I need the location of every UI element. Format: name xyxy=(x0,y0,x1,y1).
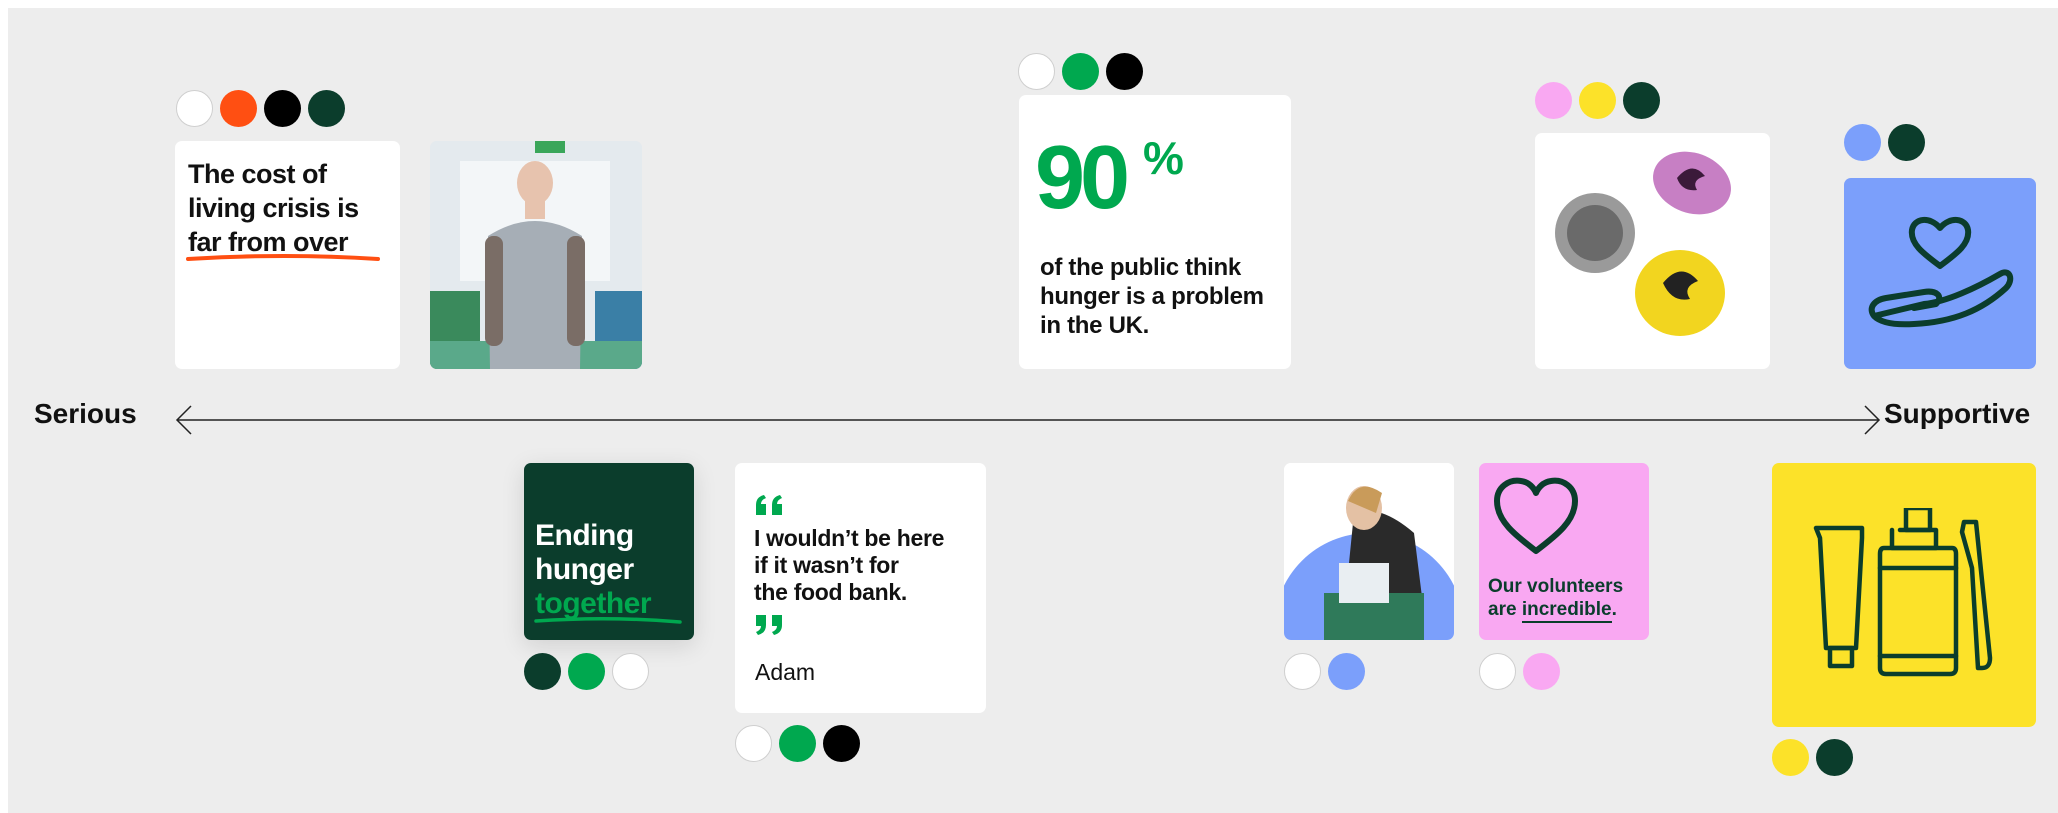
cost-of-living-headline: The cost of living crisis is far from ov… xyxy=(188,157,359,259)
axis-label-supportive: Supportive xyxy=(1884,398,2031,429)
stat-line: in the UK. xyxy=(1040,312,1149,339)
cost-of-living-card: The cost of living crisis is far from ov… xyxy=(175,141,400,369)
volunteers-suffix: . xyxy=(1611,599,1617,620)
stat-line: hunger is a problem xyxy=(1040,283,1264,310)
swatch-dark-green xyxy=(1623,82,1660,119)
swatch-green xyxy=(568,653,605,690)
badges-photo xyxy=(1535,133,1770,369)
swatch-orange xyxy=(220,90,257,127)
swatch-blue xyxy=(1844,124,1881,161)
swatch-white xyxy=(735,725,772,762)
heart-in-hand-icon xyxy=(1868,217,2014,328)
quote-author: Adam xyxy=(755,659,816,685)
headline-line: The cost of xyxy=(188,159,327,189)
swatch-white xyxy=(612,653,649,690)
stat-percent: % xyxy=(1143,132,1184,184)
volunteers-text: Our volunteers are incredible. xyxy=(1488,575,1624,623)
man-illustration xyxy=(430,141,642,369)
stat-card: 90 % of the public think hunger is a pro… xyxy=(1019,95,1291,369)
volunteers-line: are incredible. xyxy=(1488,598,1623,623)
swatch-green xyxy=(1062,53,1099,90)
swatch-dark-green xyxy=(1816,739,1853,776)
swatch-dark-green xyxy=(308,90,345,127)
toiletries-card xyxy=(1772,463,2036,727)
volunteer-photo xyxy=(1284,463,1454,640)
man-photo xyxy=(430,141,642,369)
volunteer-illustration xyxy=(1284,463,1454,640)
swatch-black xyxy=(264,90,301,127)
swatch-black xyxy=(1106,53,1143,90)
swatch-white xyxy=(1018,53,1055,90)
swatch-yellow xyxy=(1772,739,1809,776)
swatch-blue xyxy=(1328,653,1365,690)
quote-line: I wouldn’t be here xyxy=(754,525,945,551)
green-underline xyxy=(534,616,682,624)
axis-label-serious: Serious xyxy=(34,398,137,429)
swatch-white xyxy=(1479,653,1516,690)
volunteers-line: Our volunteers xyxy=(1488,576,1624,597)
heart-hand-card xyxy=(1844,178,2036,369)
pin-badges-illustration xyxy=(1555,151,1731,336)
swatch-yellow xyxy=(1579,82,1616,119)
stat-description: of the public think hunger is a problem … xyxy=(1040,253,1264,340)
quote-text: I wouldn’t be here if it wasn’t for the … xyxy=(754,525,944,606)
headline-line: living crisis is xyxy=(188,193,359,223)
stat-line: of the public think xyxy=(1040,254,1241,281)
volunteers-emphasis: incredible xyxy=(1521,599,1612,623)
open-quote-icon xyxy=(756,495,782,515)
swatch-dark-green xyxy=(1888,124,1925,161)
swatch-green xyxy=(779,725,816,762)
headline-line: hunger xyxy=(535,553,634,586)
moodboard-canvas: Serious Supportive The cost of living cr… xyxy=(8,8,2058,813)
swatch-dark-green xyxy=(524,653,561,690)
ending-hunger-card: Ending hunger together xyxy=(524,463,694,640)
stat-number: 90 xyxy=(1035,128,1130,228)
volunteers-prefix: are xyxy=(1488,599,1522,620)
ending-hunger-headline: Ending hunger together xyxy=(535,519,652,621)
swatch-white xyxy=(1284,653,1321,690)
serious-supportive-axis-arrow xyxy=(175,405,1881,435)
close-quote-icon xyxy=(756,615,782,635)
headline-line: Ending xyxy=(535,519,634,552)
quote-line: the food bank. xyxy=(754,579,907,605)
orange-underline xyxy=(186,254,380,261)
swatch-black xyxy=(823,725,860,762)
volunteers-card: Our volunteers are incredible. xyxy=(1479,463,1649,640)
quote-card: I wouldn’t be here if it wasn’t for the … xyxy=(735,463,986,713)
swatch-pink xyxy=(1523,653,1560,690)
swatch-white xyxy=(176,90,213,127)
toiletries-icon xyxy=(1813,508,1993,677)
quote-line: if it wasn’t for xyxy=(754,552,899,578)
swatch-pink xyxy=(1535,82,1572,119)
heart-icon xyxy=(1494,477,1578,554)
